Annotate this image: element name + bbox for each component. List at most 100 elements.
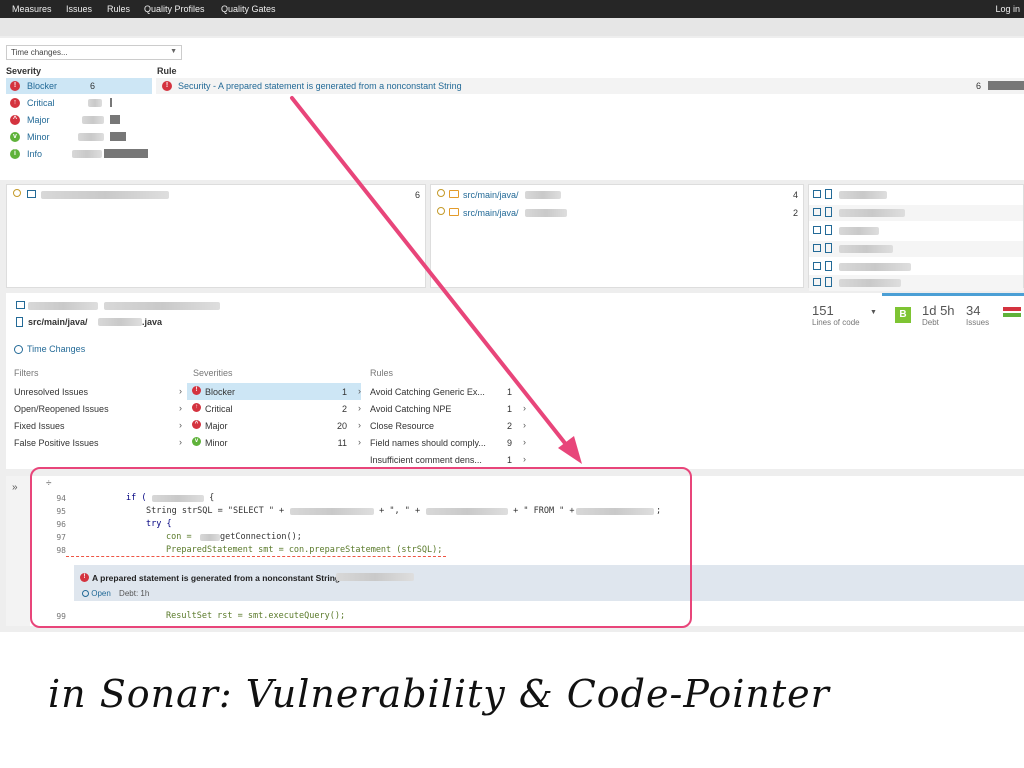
- file-icon: [16, 317, 23, 327]
- rule-filter-item[interactable]: Close Resource 2 ›: [368, 417, 526, 434]
- file-row[interactable]: [809, 241, 1023, 257]
- chevron-right-icon: ›: [358, 403, 361, 413]
- viewer-gutter: »: [6, 476, 30, 626]
- rules-header: Rules: [370, 368, 394, 378]
- severity-bar: [104, 149, 148, 158]
- clock-icon: [14, 345, 23, 354]
- blurred-file-name: [98, 318, 142, 326]
- severity-filter-minor[interactable]: v Minor 11 ›: [187, 434, 361, 451]
- severity-header: Severity: [6, 66, 42, 76]
- nav-issues[interactable]: Issues: [66, 4, 92, 14]
- rule-filter-item[interactable]: Insufficient comment dens... 1 ›: [368, 451, 526, 468]
- nav-rules[interactable]: Rules: [107, 4, 130, 14]
- filter-fixed[interactable]: Fixed Issues ›: [12, 417, 182, 434]
- file-icon: [825, 189, 832, 199]
- external-link-icon: [813, 262, 821, 270]
- directory-row[interactable]: src/main/java/ 4: [431, 187, 803, 203]
- chevron-right-icon: ›: [523, 386, 526, 396]
- external-link-icon: [813, 190, 821, 198]
- file-row[interactable]: [809, 259, 1023, 275]
- rule-filter-item[interactable]: Field names should comply... 9 ›: [368, 434, 526, 451]
- sqale-rating-badge: B: [895, 307, 911, 323]
- chevron-right-icon: ›: [523, 403, 526, 413]
- file-row[interactable]: [809, 275, 1023, 291]
- severity-critical[interactable]: ↑ Critical: [6, 95, 152, 111]
- blurred-project-name: [28, 302, 98, 310]
- filters-header: Filters: [14, 368, 39, 378]
- chevron-down-icon[interactable]: ▼: [870, 309, 877, 316]
- nav-quality-gates[interactable]: Quality Gates: [221, 4, 276, 14]
- directory-path: src/main/java/: [463, 190, 519, 200]
- project-icon: [16, 301, 25, 309]
- minor-icon: v: [10, 132, 20, 142]
- rule-item[interactable]: ! Security - A prepared statement is gen…: [156, 78, 1024, 94]
- severity-info[interactable]: i Info: [6, 146, 152, 162]
- blurred-count: [72, 150, 102, 158]
- file-row[interactable]: [809, 187, 1023, 203]
- external-link-icon: [813, 278, 821, 286]
- rule-header: Rule: [157, 66, 177, 76]
- rule-label: Avoid Catching NPE: [370, 404, 452, 414]
- chevron-right-icon: ›: [523, 437, 526, 447]
- debt-label: Debt: [922, 318, 939, 327]
- severity-major[interactable]: ^ Major: [6, 112, 152, 128]
- rule-count: 2: [506, 421, 512, 431]
- issues-value: 34: [966, 303, 981, 318]
- login-link[interactable]: Log in: [995, 4, 1020, 14]
- chevron-right-icon: ›: [358, 420, 361, 430]
- blocker-icon: !: [10, 81, 20, 91]
- select-value: Time changes...: [11, 48, 68, 57]
- time-changes-link[interactable]: Time Changes: [27, 344, 85, 354]
- directory-row[interactable]: src/main/java/ 2: [431, 205, 803, 221]
- severity-filter-blocker[interactable]: ! Blocker 1 ›: [187, 383, 361, 400]
- filter-false-positive[interactable]: False Positive Issues ›: [12, 434, 182, 451]
- chevron-down-icon: ▼: [170, 48, 177, 55]
- severity-label: Blocker: [205, 387, 236, 397]
- chevron-right-icon: ›: [523, 454, 526, 464]
- filter-label: False Positive Issues: [14, 438, 99, 448]
- time-changes-select[interactable]: Time changes... ▼: [6, 45, 182, 60]
- severity-blocker[interactable]: ! Blocker 6: [6, 78, 152, 94]
- debt-value: 1d 5h: [922, 303, 955, 318]
- search-icon: [437, 207, 445, 215]
- rule-filter-item[interactable]: Avoid Catching Generic Ex... 1 ›: [368, 383, 526, 400]
- lines-label: Lines of code: [812, 318, 860, 327]
- nav-measures[interactable]: Measures: [12, 4, 52, 14]
- filter-label: Unresolved Issues: [14, 387, 89, 397]
- folder-icon: [449, 190, 459, 198]
- expand-icon[interactable]: »: [12, 482, 18, 493]
- severity-label: Critical: [27, 98, 55, 108]
- file-icon: [825, 225, 832, 235]
- chevron-right-icon: ›: [358, 386, 361, 396]
- project-box: 6: [6, 184, 426, 288]
- directory-path: src/main/java/: [463, 208, 519, 218]
- lines-of-code-metric[interactable]: 151 Lines of code: [812, 303, 860, 327]
- file-issues-panel: src/main/java/ .java 151 Lines of code ▼…: [6, 293, 1024, 469]
- rule-filter-item[interactable]: Avoid Catching NPE 1 ›: [368, 400, 526, 417]
- blurred-path: [525, 191, 561, 199]
- severity-filter-critical[interactable]: ↑ Critical 2 ›: [187, 400, 361, 417]
- search-icon: [437, 189, 445, 197]
- blurred-file-name: [839, 209, 905, 217]
- debt-metric[interactable]: 1d 5h Debt: [922, 303, 955, 327]
- issues-metric[interactable]: 34 Issues: [966, 303, 989, 327]
- info-icon: i: [10, 149, 20, 159]
- blurred-file-name: [839, 245, 893, 253]
- nav-quality-profiles[interactable]: Quality Profiles: [144, 4, 205, 14]
- top-navigation: Measures Issues Rules Quality Profiles Q…: [0, 0, 1024, 18]
- code-highlight-frame: [30, 467, 692, 628]
- severity-filter-major[interactable]: ^ Major 20 ›: [187, 417, 361, 434]
- project-row[interactable]: 6: [7, 187, 425, 203]
- severity-label: Blocker: [27, 81, 58, 91]
- file-row[interactable]: [809, 205, 1023, 221]
- filter-unresolved[interactable]: Unresolved Issues ›: [12, 383, 182, 400]
- blocker-icon: !: [162, 81, 172, 91]
- rule-label: Insufficient comment dens...: [370, 455, 482, 465]
- rule-label: Field names should comply...: [370, 438, 486, 448]
- severity-minor[interactable]: v Minor: [6, 129, 152, 145]
- blurred-path: [525, 209, 567, 217]
- blurred-count: [88, 99, 102, 107]
- severity-count: 1: [341, 387, 347, 397]
- file-row[interactable]: [809, 223, 1023, 239]
- filter-open-reopened[interactable]: Open/Reopened Issues ›: [12, 400, 182, 417]
